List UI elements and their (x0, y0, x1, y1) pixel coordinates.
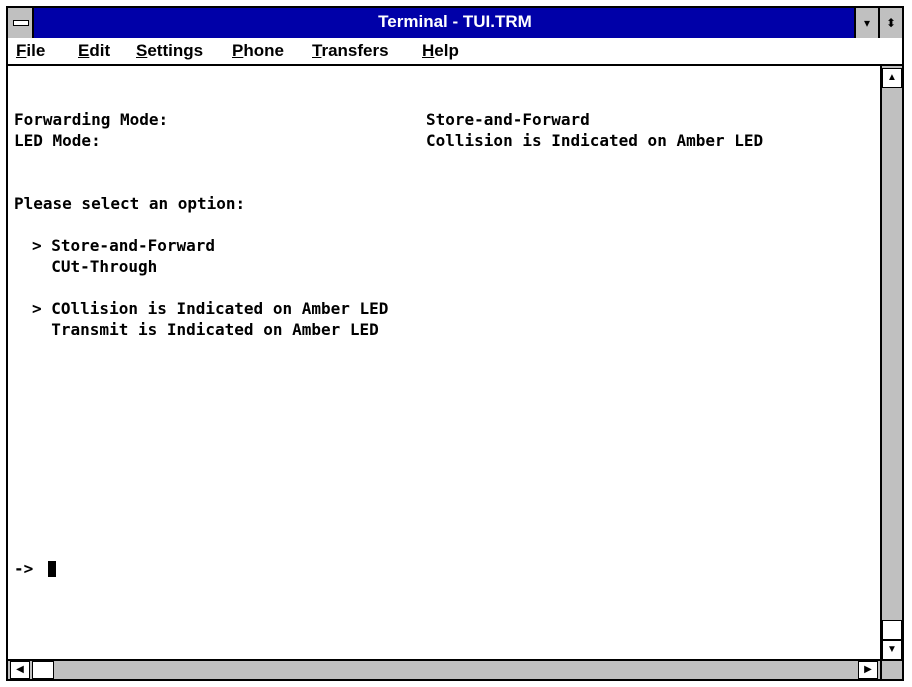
scrollbar-corner (880, 659, 902, 679)
menu-settings[interactable]: Settings (136, 41, 203, 61)
horizontal-scroll-thumb[interactable] (32, 661, 54, 679)
forwarding-mode-value: Store-and-Forward (426, 110, 590, 129)
window-title: Terminal - TUI.TRM (378, 12, 532, 31)
option-store-and-forward[interactable]: > Store-and-Forward (32, 236, 215, 255)
minimize-button[interactable]: ▾ (854, 8, 878, 38)
menu-phone[interactable]: Phone (232, 41, 284, 61)
menu-file[interactable]: File (16, 41, 45, 61)
menu-help[interactable]: Help (422, 41, 459, 61)
scroll-right-button[interactable]: ▶ (858, 661, 878, 679)
command-prompt: -> (14, 559, 34, 578)
option-collision-led[interactable]: > COllision is Indicated on Amber LED (32, 299, 388, 318)
maximize-button[interactable]: ⬍ (878, 8, 902, 38)
scroll-up-button[interactable]: ▲ (882, 68, 902, 88)
option-transmit-led[interactable]: Transmit is Indicated on Amber LED (32, 320, 379, 339)
led-mode-value: Collision is Indicated on Amber LED (426, 131, 764, 150)
menu-bar: File Edit Settings Phone Transfers Help (8, 38, 902, 66)
menu-transfers[interactable]: Transfers (312, 41, 389, 61)
led-mode-label: LED Mode: (14, 131, 101, 150)
scroll-left-button[interactable]: ◀ (10, 661, 30, 679)
forwarding-mode-label: Forwarding Mode: (14, 110, 169, 129)
select-option-prompt: Please select an option: (14, 194, 246, 213)
text-cursor (48, 561, 56, 577)
horizontal-scrollbar[interactable]: ◀ ▶ (8, 659, 902, 679)
vertical-scrollbar[interactable]: ▲ ▼ (880, 66, 902, 662)
scroll-down-button[interactable]: ▼ (882, 640, 902, 660)
title-bar[interactable]: Terminal - TUI.TRM ▾ ⬍ (8, 8, 902, 38)
terminal-window: Terminal - TUI.TRM ▾ ⬍ File Edit Setting… (6, 6, 904, 681)
vertical-scroll-thumb[interactable] (882, 620, 902, 640)
option-cut-through[interactable]: CUt-Through (32, 257, 157, 276)
terminal-area[interactable]: Forwarding Mode: Store-and-Forward LED M… (8, 66, 880, 662)
menu-edit[interactable]: Edit (78, 41, 110, 61)
